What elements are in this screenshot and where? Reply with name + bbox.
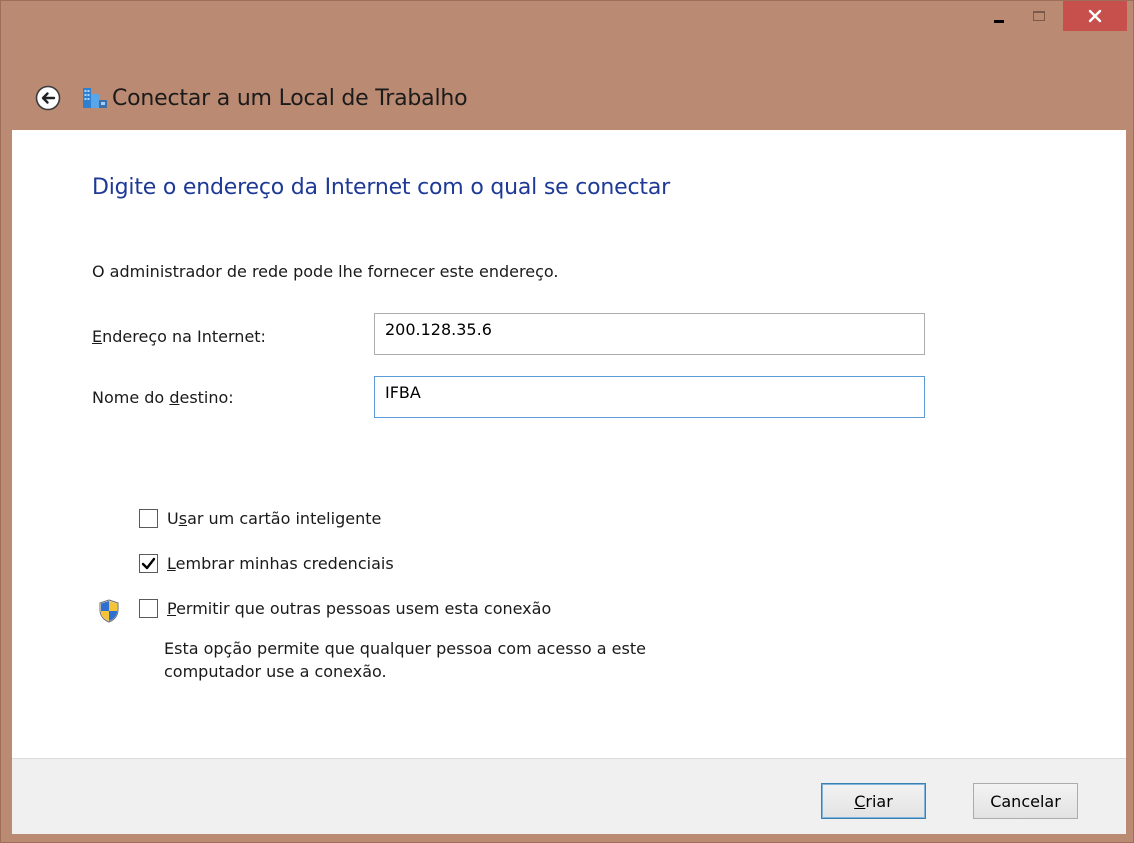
allow-others-checkbox[interactable] [139,599,158,618]
dialog-content: Digite o endereço da Internet com o qual… [12,130,1126,758]
cancel-button[interactable]: Cancelar [973,783,1078,819]
workplace-network-icon [82,86,108,110]
allow-others-help-line1: Esta opção permite que qualquer pessoa c… [164,639,646,658]
remember-label-after: embrar minhas credenciais [175,554,394,573]
maximize-button[interactable] [1019,1,1059,31]
remember-label-accesskey: L [167,554,176,573]
smartcard-label-after: ar um cartão inteligente [187,509,382,528]
allow-others-option[interactable]: Permitir que outras pessoas usem esta co… [139,599,551,618]
create-button[interactable]: Criar [821,783,926,819]
remember-credentials-label: Lembrar minhas credenciais [167,554,394,573]
window-title: Conectar a um Local de Trabalho [112,85,468,111]
dialog-window: Conectar a um Local de Trabalho Digite o… [0,0,1134,843]
smartcard-checkbox[interactable] [139,509,158,528]
close-icon [1088,9,1102,23]
allow-others-help-line2: computador use a conexão. [164,662,387,681]
destination-input[interactable] [374,376,925,418]
remember-credentials-option[interactable]: Lembrar minhas credenciais [139,554,394,573]
allow-others-help-text: Esta opção permite que qualquer pessoa c… [164,637,764,683]
smartcard-option[interactable]: Usar um cartão inteligente [139,509,381,528]
address-input[interactable] [374,313,925,355]
caption-buttons [979,1,1127,41]
allow-others-label-after: ermitir que outras pessoas usem esta con… [176,599,552,618]
checkmark-icon [141,557,156,570]
smartcard-label-accesskey: s [178,509,188,528]
allow-others-label: Permitir que outras pessoas usem esta co… [167,599,551,618]
maximize-icon [1033,11,1045,21]
minimize-button[interactable] [979,1,1019,31]
minimize-icon [994,19,1004,23]
dialog-footer: Criar Cancelar [12,758,1126,834]
description-text: O administrador de rede pode lhe fornece… [92,262,559,281]
allow-others-label-accesskey: P [167,599,177,618]
create-button-accesskey: C [854,791,866,811]
address-label-rest: ndereço na Internet: [102,327,266,346]
destination-label-after: estino: [179,388,234,407]
destination-label-before: Nome do [92,388,170,407]
address-label: Endereço na Internet: [92,327,266,346]
smartcard-label: Usar um cartão inteligente [167,509,381,528]
address-label-accesskey: E [92,327,103,346]
close-button[interactable] [1063,1,1127,31]
destination-label-accesskey: d [169,388,180,407]
main-instruction: Digite o endereço da Internet com o qual… [92,175,670,200]
back-arrow-icon [35,85,61,111]
back-button[interactable] [34,84,62,112]
uac-shield-icon [99,599,119,623]
remember-credentials-checkbox[interactable] [139,554,158,573]
destination-label: Nome do destino: [92,388,234,407]
dialog-header: Conectar a um Local de Trabalho [1,67,1133,129]
smartcard-label-before: U [167,509,179,528]
create-button-label: riar [865,791,893,811]
